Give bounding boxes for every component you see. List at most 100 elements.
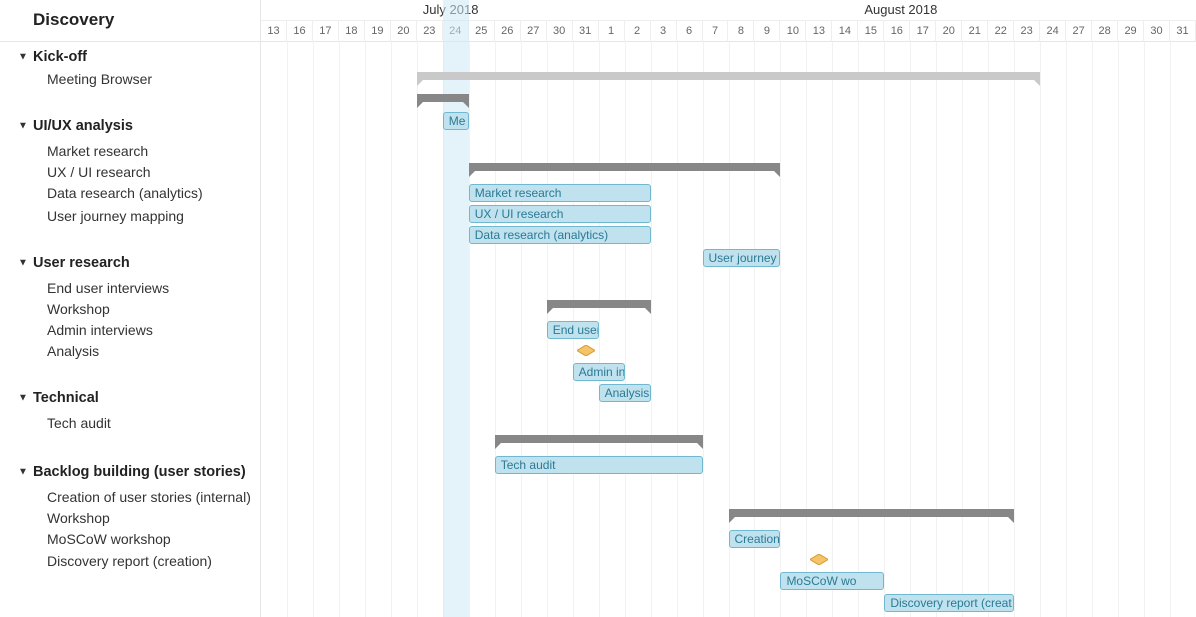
- group-label: Technical: [33, 390, 99, 406]
- task-label[interactable]: Workshop: [0, 510, 110, 526]
- task-bar[interactable]: End user inte: [547, 321, 599, 339]
- task-label[interactable]: Discovery report (creation): [0, 553, 212, 569]
- day-header-cell[interactable]: 17: [910, 21, 936, 42]
- day-header-cell[interactable]: 23: [417, 21, 443, 42]
- group-summary-bar[interactable]: [729, 509, 1015, 517]
- group-label: Kick-off: [33, 49, 87, 65]
- task-bar-label: UX / UI research: [475, 207, 564, 221]
- task-bar[interactable]: User journey: [703, 249, 781, 267]
- day-header-cell[interactable]: 30: [1144, 21, 1170, 42]
- day-header-cell[interactable]: 16: [287, 21, 313, 42]
- day-header-cell[interactable]: 6: [677, 21, 703, 42]
- day-header-cell[interactable]: 30: [547, 21, 573, 42]
- day-header-cell[interactable]: 22: [988, 21, 1014, 42]
- task-bar-label: Data research (analytics): [475, 228, 608, 242]
- day-header-cell[interactable]: 31: [573, 21, 599, 42]
- task-bar-label: Admin interv: [579, 365, 625, 379]
- collapse-icon[interactable]: ▼: [18, 52, 28, 63]
- task-bar-label: Market research: [475, 186, 562, 200]
- task-label[interactable]: MoSCoW workshop: [0, 531, 171, 547]
- group-row[interactable]: ▼ Technical: [0, 390, 99, 406]
- task-bar[interactable]: Analysis: [599, 384, 651, 402]
- day-header-cell[interactable]: 24: [1040, 21, 1066, 42]
- day-header-cell[interactable]: 20: [936, 21, 962, 42]
- collapse-icon[interactable]: ▼: [18, 258, 28, 269]
- task-bar[interactable]: Data research (analytics): [469, 226, 651, 244]
- day-header-cell[interactable]: 1: [599, 21, 625, 42]
- task-bar[interactable]: Me: [443, 112, 469, 130]
- milestone-icon[interactable]: [810, 554, 828, 565]
- task-bar[interactable]: Discovery report (creat: [884, 594, 1014, 612]
- task-bar[interactable]: Admin interv: [573, 363, 625, 381]
- task-bar-label: Discovery report (creat: [890, 596, 1011, 610]
- day-header-cell[interactable]: 3: [651, 21, 677, 42]
- day-header-cell[interactable]: 18: [339, 21, 365, 42]
- day-header-cell[interactable]: 28: [1092, 21, 1118, 42]
- group-label: Backlog building (user stories): [33, 464, 246, 480]
- project-summary-bar[interactable]: [417, 72, 1040, 80]
- day-header-cell[interactable]: 10: [780, 21, 806, 42]
- group-summary-bar[interactable]: [469, 163, 781, 171]
- gantt-chart: Discovery ▼ Kick-off Meeting Browser ▼ UI/UX …: [0, 0, 1196, 617]
- day-header-cell[interactable]: 25: [469, 21, 495, 42]
- day-header-cell[interactable]: 14: [832, 21, 858, 42]
- day-header-cell[interactable]: 13: [261, 21, 287, 42]
- task-bar-label: Creation: [735, 532, 780, 546]
- task-label[interactable]: Meeting Browser: [0, 71, 152, 87]
- day-header-cell[interactable]: 23: [1014, 21, 1040, 42]
- task-sidebar: Discovery ▼ Kick-off Meeting Browser ▼ UI/UX …: [0, 0, 261, 617]
- collapse-icon[interactable]: ▼: [18, 121, 28, 132]
- group-row[interactable]: ▼ User research: [0, 255, 130, 271]
- day-header-cell[interactable]: 15: [858, 21, 884, 42]
- task-label[interactable]: User journey mapping: [0, 208, 184, 224]
- day-header-cell[interactable]: 9: [754, 21, 780, 42]
- timeline-pane[interactable]: July 2018August 2018 1316171819202324252…: [261, 0, 1196, 617]
- day-header-cell[interactable]: 19: [365, 21, 391, 42]
- task-label[interactable]: Workshop: [0, 301, 110, 317]
- day-header-cell[interactable]: 7: [703, 21, 729, 42]
- day-header-cell[interactable]: 13: [806, 21, 832, 42]
- group-summary-bar[interactable]: [495, 435, 703, 443]
- group-summary-bar[interactable]: [417, 94, 469, 102]
- day-header-cell[interactable]: 20: [391, 21, 417, 42]
- task-label[interactable]: Market research: [0, 143, 148, 159]
- task-bar-label: Analysis: [605, 386, 650, 400]
- task-bar[interactable]: Creation: [729, 530, 781, 548]
- task-bar-label: Me: [449, 114, 466, 128]
- timeline-header: July 2018August 2018 1316171819202324252…: [261, 0, 1196, 42]
- group-row[interactable]: ▼ Kick-off: [0, 49, 87, 65]
- task-bar-label: Tech audit: [501, 458, 556, 472]
- group-row[interactable]: ▼ UI/UX analysis: [0, 118, 133, 134]
- task-bar[interactable]: Tech audit: [495, 456, 703, 474]
- day-header-cell[interactable]: 17: [313, 21, 339, 42]
- task-label[interactable]: UX / UI research: [0, 164, 150, 180]
- task-label[interactable]: Analysis: [0, 343, 99, 359]
- collapse-icon[interactable]: ▼: [18, 393, 28, 404]
- milestone-icon[interactable]: [577, 345, 595, 356]
- task-bar-label: User journey: [709, 251, 777, 265]
- day-header-cell[interactable]: 29: [1118, 21, 1144, 42]
- day-header-cell[interactable]: 26: [495, 21, 521, 42]
- group-row[interactable]: ▼ Backlog building (user stories): [0, 464, 246, 480]
- task-bar[interactable]: MoSCoW wo: [780, 572, 884, 590]
- task-bar[interactable]: UX / UI research: [469, 205, 651, 223]
- day-header-cell[interactable]: 8: [729, 21, 755, 42]
- collapse-icon[interactable]: ▼: [18, 467, 28, 478]
- day-header-cell[interactable]: 16: [884, 21, 910, 42]
- day-header-cell[interactable]: 27: [1066, 21, 1092, 42]
- task-label[interactable]: Admin interviews: [0, 322, 153, 338]
- day-header-cell[interactable]: 2: [625, 21, 651, 42]
- group-label: User research: [33, 255, 130, 271]
- task-bar-label: MoSCoW wo: [786, 574, 856, 588]
- task-label[interactable]: Creation of user stories (internal): [0, 489, 251, 505]
- group-summary-bar[interactable]: [547, 300, 651, 308]
- group-label: UI/UX analysis: [33, 118, 133, 134]
- day-header-cell[interactable]: 27: [521, 21, 547, 42]
- task-label[interactable]: Data research (analytics): [0, 185, 203, 201]
- day-header-cell[interactable]: 31: [1170, 21, 1196, 42]
- day-header-cell[interactable]: 21: [962, 21, 988, 42]
- task-label[interactable]: Tech audit: [0, 415, 111, 431]
- project-title: Discovery: [0, 10, 114, 30]
- task-label[interactable]: End user interviews: [0, 280, 169, 296]
- task-bar[interactable]: Market research: [469, 184, 651, 202]
